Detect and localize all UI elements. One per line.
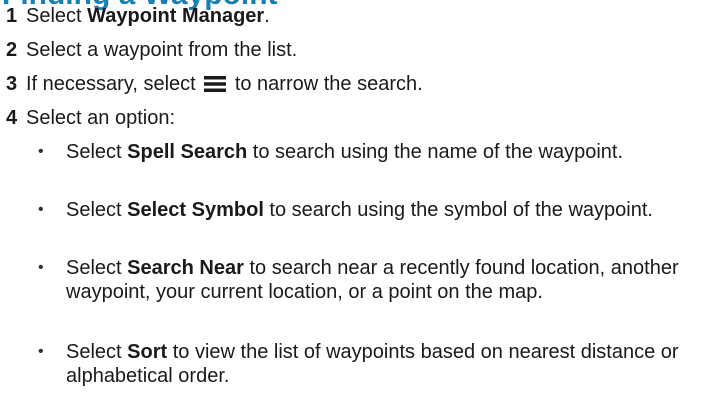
option-text: to search using the name of the waypoint… (247, 141, 623, 163)
step-text: Select a waypoint from the list. (26, 39, 298, 61)
step-1: 1 Select Waypoint Manager. (6, 4, 270, 28)
bullet: • (38, 259, 44, 276)
step-bold-term: Waypoint Manager (87, 5, 265, 27)
step-text: to narrow the search. (229, 73, 423, 95)
step-2: 2 Select a waypoint from the list. (6, 38, 297, 62)
option-bold-term: Sort (127, 341, 168, 363)
bullet: • (38, 343, 44, 360)
step-text: Select an option: (26, 107, 175, 129)
option-text: Select (66, 341, 128, 363)
option-text: Select (66, 199, 128, 221)
option-text: Select (66, 257, 128, 279)
option-text: to search using the symbol of the waypoi… (263, 199, 653, 221)
step-number: 2 (6, 39, 18, 61)
option-bold-term: Select Symbol (127, 199, 264, 221)
step-text: . (264, 5, 270, 27)
step-number: 1 (6, 5, 18, 27)
menu-icon (204, 74, 227, 98)
step-3: 3 If necessary, select to narrow the sear… (6, 72, 423, 98)
step-text: If necessary, select (26, 73, 202, 95)
option-text: Select (66, 141, 128, 163)
option-item: • Select Search Near to search near a re… (38, 256, 686, 304)
step-number: 4 (6, 107, 18, 129)
bullet: • (38, 201, 44, 218)
option-item: • Select Spell Search to search using th… (38, 140, 686, 164)
option-item: • Select Sort to view the list of waypoi… (38, 340, 686, 388)
step-number: 3 (6, 73, 18, 95)
step-4: 4 Select an option: (6, 106, 175, 130)
option-bold-term: Spell Search (127, 141, 248, 163)
option-bold-term: Search Near (127, 257, 244, 279)
bullet: • (38, 143, 44, 160)
option-item: • Select Select Symbol to search using t… (38, 198, 686, 222)
step-text: Select (26, 5, 88, 27)
